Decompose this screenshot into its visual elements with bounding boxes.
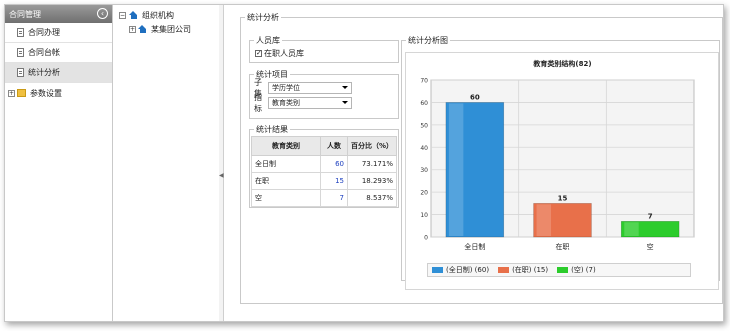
app-window: 合同管理 ‹ 合同办理 合同台帐 统计分析 + 参数设置 − 组织机构 + 某集… <box>4 4 724 322</box>
y-tick-label: 20 <box>420 190 428 197</box>
stat-result-legend: 统计结果 <box>256 125 288 134</box>
chevron-down-icon <box>342 101 348 104</box>
legend-swatch <box>557 267 569 273</box>
table-row: 全日制 60 73.171% <box>251 155 397 173</box>
chevron-down-icon <box>342 86 348 89</box>
tree-root-label: 组织机构 <box>142 10 174 20</box>
chart-group: 统计分析图 教育类别结构(82) 0 10 20 30 40 50 60 70 60 全日制 15 在职… <box>401 35 720 290</box>
active-staff-option[interactable]: ✓ 在职人员库 <box>250 48 398 59</box>
column-header-category[interactable]: 教育类别 <box>251 136 321 156</box>
indicator-select[interactable]: 教育类别 <box>268 96 352 109</box>
count-link[interactable]: 60 <box>320 155 348 173</box>
x-tick-label: 全日制 <box>464 242 485 251</box>
percent-cell: 8.537% <box>347 189 397 207</box>
nav-item-label: 合同台帐 <box>28 48 60 57</box>
legend-swatch <box>432 267 443 273</box>
result-table: 教育类别 人数 百分比（%） 全日制 60 73.171% 在职 15 18.2… <box>251 136 397 207</box>
table-row: 空 7 8.537% <box>251 189 397 207</box>
nav-item-contract-handle[interactable]: 合同办理 <box>5 23 112 43</box>
x-tick-label: 空 <box>647 242 654 251</box>
subset-value: 学历学位 <box>272 83 300 92</box>
tree-node-company[interactable]: + 某集团公司 <box>113 23 219 35</box>
indicator-label: 指标 <box>254 92 262 113</box>
nav-item-contract-ledger[interactable]: 合同台帐 <box>5 43 112 63</box>
org-tree: − 组织机构 + 某集团公司 <box>113 5 220 321</box>
person-pool-group: 人员库 ✓ 在职人员库 <box>249 35 399 63</box>
tree-node-root[interactable]: − 组织机构 <box>113 9 219 21</box>
percent-cell: 73.171% <box>347 155 397 173</box>
x-tick-label: 在职 <box>556 242 570 251</box>
bar-highlight <box>624 222 639 236</box>
nav-item-statistics[interactable]: 统计分析 <box>5 63 112 83</box>
bar-highlight <box>448 103 464 236</box>
org-icon <box>129 11 138 19</box>
expand-icon[interactable]: + <box>8 89 15 97</box>
legend-swatch <box>498 267 510 273</box>
y-tick-label: 50 <box>420 122 428 129</box>
y-tick-label: 40 <box>420 145 428 152</box>
splitter-arrow-icon[interactable]: ◀ <box>219 170 224 182</box>
y-tick-label: 0 <box>424 235 428 242</box>
active-staff-checkbox[interactable]: ✓ <box>255 50 262 57</box>
stat-items-group: 统计项目 子集 学历学位 指标 教育类别 <box>249 69 399 119</box>
nav-title: 合同管理 <box>9 9 41 19</box>
legend-item: (全日制) (60) <box>432 265 489 275</box>
bar-highlight <box>536 204 552 236</box>
active-staff-label: 在职人员库 <box>264 49 304 58</box>
category-cell: 全日制 <box>251 155 321 173</box>
document-icon <box>17 48 24 57</box>
column-header-percent[interactable]: 百分比（%） <box>347 136 397 156</box>
column-header-count[interactable]: 人数 <box>320 136 348 156</box>
legend-item: (空) (7) <box>557 265 596 275</box>
percent-cell: 18.293% <box>347 172 397 190</box>
company-icon <box>138 25 147 33</box>
y-tick-label: 60 <box>420 100 428 107</box>
category-cell: 空 <box>251 189 321 207</box>
tree-child-label: 某集团公司 <box>151 24 191 34</box>
indicator-row: 指标 教育类别 <box>250 93 398 113</box>
legend-label: (在职) (15) <box>512 266 549 274</box>
legend-label: (全日制) (60) <box>446 266 490 274</box>
data-label: 60 <box>470 93 480 101</box>
nav-item-label: 统计分析 <box>28 68 60 77</box>
collapse-icon[interactable]: ‹ <box>97 8 108 19</box>
legend-label: (空) (7) <box>571 266 596 274</box>
stat-result-group: 统计结果 教育类别 人数 百分比（%） 全日制 60 73.171% 在职 15… <box>249 124 399 208</box>
subset-select[interactable]: 学历学位 <box>268 81 352 94</box>
main-content: 统计分析 人员库 ✓ 在职人员库 统计项目 子集 学历学位 指标 教育类别 统计… <box>224 5 723 321</box>
table-row: 在职 15 18.293% <box>251 172 397 190</box>
nav-group-settings[interactable]: + 参数设置 <box>5 83 112 103</box>
nav-header: 合同管理 ‹ <box>5 5 112 23</box>
nav-group-label: 参数设置 <box>30 88 62 98</box>
folder-icon <box>17 89 26 97</box>
chart-legend: (全日制) (60) (在职) (15) (空) (7) <box>427 263 691 277</box>
indicator-value: 教育类别 <box>272 98 300 107</box>
table-header-row: 教育类别 人数 百分比（%） <box>251 136 397 156</box>
document-icon <box>17 68 24 77</box>
section-title: 统计分析 <box>247 13 279 22</box>
chart-panel-legend: 统计分析图 <box>408 36 448 45</box>
document-icon <box>17 28 24 37</box>
y-tick-label: 10 <box>420 212 428 219</box>
person-pool-legend: 人员库 <box>256 36 280 45</box>
y-tick-label: 70 <box>420 78 428 85</box>
data-label: 15 <box>558 194 568 202</box>
count-link[interactable]: 15 <box>320 172 348 190</box>
subset-row: 子集 学历学位 <box>250 78 398 98</box>
chart-title: 教育类别结构(82) <box>532 59 591 68</box>
count-link[interactable]: 7 <box>320 189 348 207</box>
data-label: 7 <box>648 212 653 220</box>
bar-chart: 教育类别结构(82) 0 10 20 30 40 50 60 70 60 全日制 15 在职 7 空 <box>420 59 695 251</box>
legend-item: (在职) (15) <box>498 265 548 275</box>
chart-container: 教育类别结构(82) 0 10 20 30 40 50 60 70 60 全日制 15 在职 7 空 (全日… <box>405 52 719 290</box>
y-tick-label: 30 <box>420 167 428 174</box>
nav-item-label: 合同办理 <box>28 28 60 37</box>
left-nav: 合同管理 ‹ 合同办理 合同台帐 统计分析 + 参数设置 <box>5 5 113 321</box>
category-cell: 在职 <box>251 172 321 190</box>
expand-node-icon[interactable]: + <box>129 25 136 33</box>
collapse-node-icon[interactable]: − <box>119 11 126 19</box>
